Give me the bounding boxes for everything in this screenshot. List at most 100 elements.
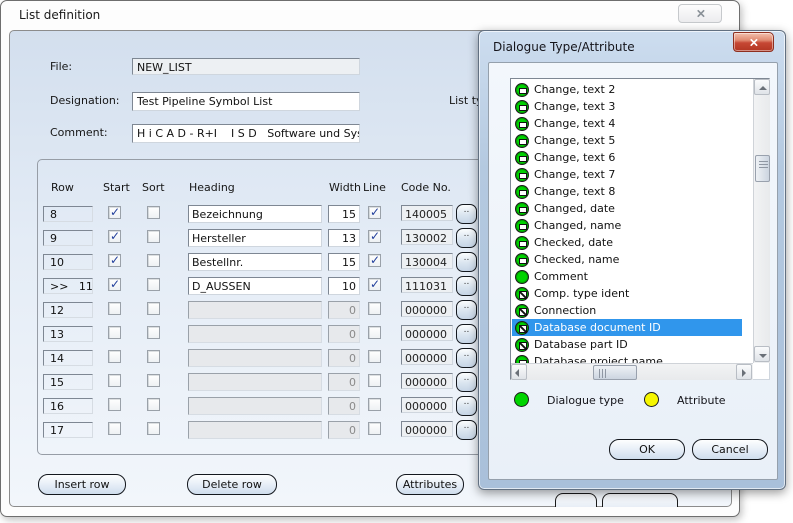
sort-checkbox[interactable] [147,206,160,219]
sort-checkbox[interactable] [147,302,160,315]
width-input[interactable]: 0 [328,301,360,319]
width-input[interactable]: 0 [328,421,360,439]
list-item[interactable]: Changed, date [512,200,742,217]
sort-checkbox[interactable] [147,326,160,339]
col-heading: Heading [189,181,235,194]
list-item[interactable]: Comment [512,268,742,285]
comment-input[interactable]: H i C A D - R+I I S D Software und Syste… [132,124,360,143]
heading-input[interactable] [188,373,322,391]
start-checkbox[interactable] [108,422,121,435]
list-item[interactable]: Change, text 3 [512,98,742,115]
width-input[interactable]: 0 [328,349,360,367]
sort-checkbox[interactable] [147,230,160,243]
close-button[interactable] [678,4,722,23]
designation-input[interactable]: Test Pipeline Symbol List [132,92,360,111]
heading-input[interactable]: Hersteller [188,229,322,247]
list-item[interactable]: Database project name [512,353,742,363]
code-picker-button[interactable]: .. [456,348,477,368]
delete-row-button[interactable]: Delete row [187,474,277,495]
list-item[interactable]: Change, text 4 [512,115,742,132]
vertical-scrollbar[interactable] [753,79,770,363]
list-item[interactable]: Connection [512,302,742,319]
list-item[interactable]: Database document ID [512,319,742,336]
start-checkbox[interactable] [108,326,121,339]
line-checkbox[interactable] [368,277,381,291]
heading-input[interactable]: Bestellnr. [188,253,322,271]
heading-input[interactable] [188,325,322,343]
start-checkbox[interactable] [108,374,121,387]
code-picker-button[interactable]: .. [456,372,477,392]
start-checkbox[interactable] [108,350,121,363]
heading-input[interactable] [188,349,322,367]
list-item[interactable]: Database part ID [512,336,742,353]
list-item[interactable]: Checked, name [512,251,742,268]
code-picker-button[interactable]: .. [456,204,477,224]
line-checkbox[interactable] [368,253,381,267]
sort-checkbox[interactable] [147,398,160,411]
width-input[interactable]: 0 [328,373,360,391]
heading-input[interactable]: D_AUSSEN [188,277,322,295]
width-input[interactable]: 0 [328,325,360,343]
sort-checkbox[interactable] [147,278,160,291]
code-picker-button[interactable]: .. [456,300,477,320]
scroll-left-button[interactable] [511,364,527,380]
list-item[interactable]: Change, text 7 [512,166,742,183]
code-picker-button[interactable]: .. [456,324,477,344]
start-checkbox[interactable] [108,229,121,243]
width-input[interactable]: 13 [328,229,360,247]
line-checkbox[interactable] [368,302,381,315]
heading-input[interactable] [188,421,322,439]
close-button[interactable] [733,32,774,52]
vertical-scroll-thumb[interactable] [755,155,770,182]
attributes-button[interactable]: Attributes [396,474,464,495]
line-checkbox[interactable] [368,205,381,219]
sort-checkbox[interactable] [147,422,160,435]
arrow-up-icon [759,86,767,90]
scroll-up-button[interactable] [754,79,770,95]
start-checkbox[interactable] [108,253,121,267]
sort-checkbox[interactable] [147,254,160,267]
row-number-box: 9 [43,230,93,246]
line-checkbox[interactable] [368,326,381,339]
col-row: Row [51,181,74,194]
list-item[interactable]: Changed, name [512,217,742,234]
sort-checkbox[interactable] [147,350,160,363]
start-checkbox[interactable] [108,302,121,315]
cancel-button[interactable]: Cancel [692,439,768,460]
list-item[interactable]: Change, text 6 [512,149,742,166]
list-item[interactable]: Change, text 2 [512,81,742,98]
code-picker-button[interactable]: .. [456,396,477,416]
code-picker-button[interactable]: .. [456,276,477,296]
width-input[interactable]: 0 [328,397,360,415]
insert-row-button[interactable]: Insert row [38,474,126,495]
width-input[interactable]: 15 [328,253,360,271]
list-item[interactable]: Change, text 5 [512,132,742,149]
ok-button[interactable]: OK [609,439,685,460]
heading-input[interactable] [188,397,322,415]
line-checkbox[interactable] [368,229,381,243]
list-item[interactable]: Change, text 8 [512,183,742,200]
width-input[interactable]: 10 [328,277,360,295]
scroll-down-button[interactable] [754,346,770,362]
line-checkbox[interactable] [368,350,381,363]
line-checkbox[interactable] [368,398,381,411]
sort-checkbox[interactable] [147,374,160,387]
line-checkbox[interactable] [368,422,381,435]
heading-input[interactable]: Bezeichnung [188,205,322,223]
heading-input[interactable] [188,301,322,319]
start-checkbox[interactable] [108,205,121,219]
list-item[interactable]: Checked, date [512,234,742,251]
horizontal-scrollbar[interactable] [511,363,753,380]
width-input[interactable]: 15 [328,205,360,223]
code-picker-button[interactable]: .. [456,252,477,272]
list-item[interactable]: Comp. type ident [512,285,742,302]
scroll-right-button[interactable] [736,364,752,380]
code-picker-button[interactable]: .. [456,420,477,440]
dialog-title: List definition [19,8,101,22]
line-checkbox[interactable] [368,374,381,387]
code-picker-button[interactable]: .. [456,228,477,248]
row-number-box: 17 [43,422,93,438]
start-checkbox[interactable] [108,277,121,291]
horizontal-scroll-thumb[interactable] [593,365,637,380]
start-checkbox[interactable] [108,398,121,411]
